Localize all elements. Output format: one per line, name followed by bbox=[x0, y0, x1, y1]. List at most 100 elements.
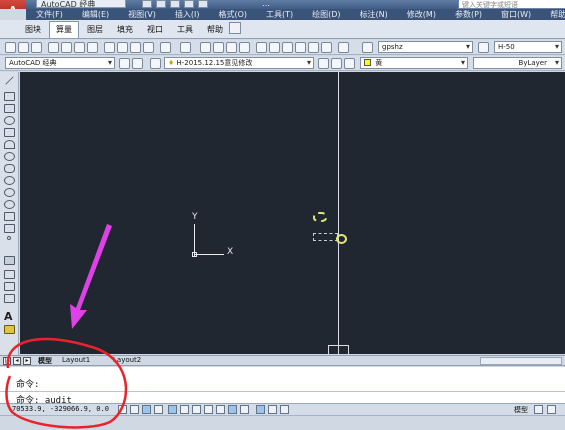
open-icon[interactable] bbox=[156, 0, 166, 8]
object-snap-tracking-toggle[interactable] bbox=[204, 405, 213, 414]
workspace-switcher[interactable]: AutoCAD 经典 bbox=[36, 0, 126, 8]
layer-manager-icon[interactable] bbox=[150, 58, 161, 69]
plot-icon[interactable] bbox=[87, 42, 98, 53]
linetype-select[interactable]: ByLayer bbox=[473, 57, 562, 69]
horizontal-scrollbar[interactable] bbox=[480, 357, 562, 365]
menu-insert[interactable]: 插入(I) bbox=[165, 9, 209, 20]
menu-tools[interactable]: 工具(T) bbox=[256, 9, 302, 20]
application-menu-button[interactable] bbox=[0, 0, 26, 9]
quick-properties-toggle[interactable] bbox=[268, 405, 277, 414]
text-style-select[interactable]: gpshz bbox=[378, 41, 473, 53]
menu-modify[interactable]: 修改(M) bbox=[397, 9, 445, 20]
undo-icon[interactable] bbox=[160, 42, 171, 53]
tab-layout2[interactable]: Layout2 bbox=[113, 356, 141, 364]
help-icon[interactable] bbox=[338, 42, 349, 53]
hatch-icon[interactable] bbox=[4, 256, 15, 265]
multiline-text-icon[interactable]: A bbox=[4, 310, 13, 323]
model-space-label[interactable]: 模型 bbox=[514, 405, 528, 415]
dynamic-ucs-toggle[interactable] bbox=[216, 405, 225, 414]
zoom-previous-icon[interactable] bbox=[239, 42, 250, 53]
markup-icon[interactable] bbox=[308, 42, 319, 53]
menu-view[interactable]: 视图(V) bbox=[118, 9, 165, 20]
menu-parametric[interactable]: 参数(P) bbox=[445, 9, 491, 20]
revision-cloud-icon[interactable] bbox=[4, 164, 15, 173]
redo-icon[interactable] bbox=[180, 42, 191, 53]
region-icon[interactable] bbox=[4, 282, 15, 291]
calculator-icon[interactable] bbox=[321, 42, 332, 53]
workspace-select[interactable]: AutoCAD 经典 bbox=[5, 57, 115, 69]
dim-style-icon[interactable] bbox=[478, 42, 489, 53]
open-icon[interactable] bbox=[18, 42, 29, 53]
undo-icon[interactable] bbox=[184, 0, 194, 8]
tool-palettes-icon[interactable] bbox=[282, 42, 293, 53]
menu-format[interactable]: 格式(O) bbox=[208, 9, 256, 20]
tab-help[interactable]: 帮助 bbox=[201, 22, 229, 38]
save-icon[interactable] bbox=[31, 42, 42, 53]
tab-viewport[interactable]: 视口 bbox=[141, 22, 169, 38]
polygon-icon[interactable] bbox=[4, 116, 15, 125]
menu-file[interactable]: 文件(F) bbox=[26, 9, 72, 20]
quick-view-drawings-icon[interactable] bbox=[547, 405, 556, 414]
paste-icon[interactable] bbox=[130, 42, 141, 53]
line-icon[interactable] bbox=[5, 76, 14, 85]
ellipse-icon[interactable] bbox=[4, 188, 15, 197]
infer-constraints-toggle[interactable] bbox=[118, 405, 127, 414]
properties-icon[interactable] bbox=[256, 42, 267, 53]
match-properties-icon[interactable] bbox=[143, 42, 154, 53]
circle-icon[interactable] bbox=[4, 152, 15, 161]
3d-object-snap-toggle[interactable] bbox=[192, 405, 201, 414]
copy-icon[interactable] bbox=[117, 42, 128, 53]
lineweight-toggle[interactable] bbox=[240, 405, 249, 414]
drawing-object[interactable] bbox=[313, 233, 347, 244]
point-icon[interactable] bbox=[7, 236, 11, 240]
layer-select[interactable]: ♦ H-2015.12.15意见修改 bbox=[164, 57, 314, 69]
redo-icon[interactable] bbox=[198, 0, 208, 8]
text-style-icon[interactable] bbox=[362, 42, 373, 53]
ortho-mode-toggle[interactable] bbox=[154, 405, 163, 414]
zoom-window-icon[interactable] bbox=[226, 42, 237, 53]
save-icon[interactable] bbox=[170, 0, 180, 8]
tab-quantity[interactable]: 算量 bbox=[49, 21, 79, 38]
insert-block-icon[interactable] bbox=[4, 212, 15, 221]
ribbon-minimize-button[interactable] bbox=[229, 22, 241, 34]
workspace-settings-icon[interactable] bbox=[119, 58, 130, 69]
dynamic-input-toggle[interactable] bbox=[228, 405, 237, 414]
cut-icon[interactable] bbox=[104, 42, 115, 53]
spline-icon[interactable] bbox=[4, 176, 15, 185]
gradient-icon[interactable] bbox=[4, 270, 15, 279]
tab-tools[interactable]: 工具 bbox=[171, 22, 199, 38]
object-snap-toggle[interactable] bbox=[180, 405, 189, 414]
grid-display-toggle[interactable] bbox=[142, 405, 151, 414]
tab-layout1[interactable]: Layout1 bbox=[62, 356, 90, 364]
first-layout-icon[interactable]: |◂ bbox=[3, 357, 11, 365]
tab-layers[interactable]: 图层 bbox=[81, 22, 109, 38]
ellipse-arc-icon[interactable] bbox=[4, 200, 15, 209]
construction-line-icon[interactable] bbox=[4, 92, 15, 101]
preview-icon[interactable] bbox=[61, 42, 72, 53]
color-select[interactable]: 黄 bbox=[360, 57, 468, 69]
menu-draw[interactable]: 绘图(D) bbox=[302, 9, 349, 20]
sheet-set-icon[interactable] bbox=[295, 42, 306, 53]
menu-help[interactable]: 帮助(H) bbox=[540, 9, 565, 20]
previous-layout-icon[interactable]: ◂ bbox=[13, 357, 21, 365]
drawing-canvas[interactable]: Y X bbox=[20, 72, 565, 354]
command-input[interactable]: 命令: audit bbox=[0, 391, 565, 406]
publish-icon[interactable] bbox=[74, 42, 85, 53]
add-selected-icon[interactable] bbox=[4, 325, 15, 334]
layer-previous-icon[interactable] bbox=[331, 58, 342, 69]
menu-edit[interactable]: 编辑(E) bbox=[72, 9, 118, 20]
layer-state-icon[interactable] bbox=[344, 58, 355, 69]
tab-model[interactable]: 模型 bbox=[38, 356, 52, 366]
make-current-layer-icon[interactable] bbox=[318, 58, 329, 69]
menu-window[interactable]: 窗口(W) bbox=[491, 9, 540, 20]
make-block-icon[interactable] bbox=[4, 224, 15, 233]
tab-hatch[interactable]: 填充 bbox=[111, 22, 139, 38]
new-icon[interactable] bbox=[5, 42, 16, 53]
table-icon[interactable] bbox=[4, 294, 15, 303]
search-input[interactable]: 键入关键字或短语 bbox=[458, 0, 565, 9]
menu-dimension[interactable]: 标注(N) bbox=[350, 9, 397, 20]
arc-icon[interactable] bbox=[4, 140, 15, 149]
quick-view-layouts-icon[interactable] bbox=[534, 405, 543, 414]
new-icon[interactable] bbox=[142, 0, 152, 8]
polar-tracking-toggle[interactable] bbox=[168, 405, 177, 414]
